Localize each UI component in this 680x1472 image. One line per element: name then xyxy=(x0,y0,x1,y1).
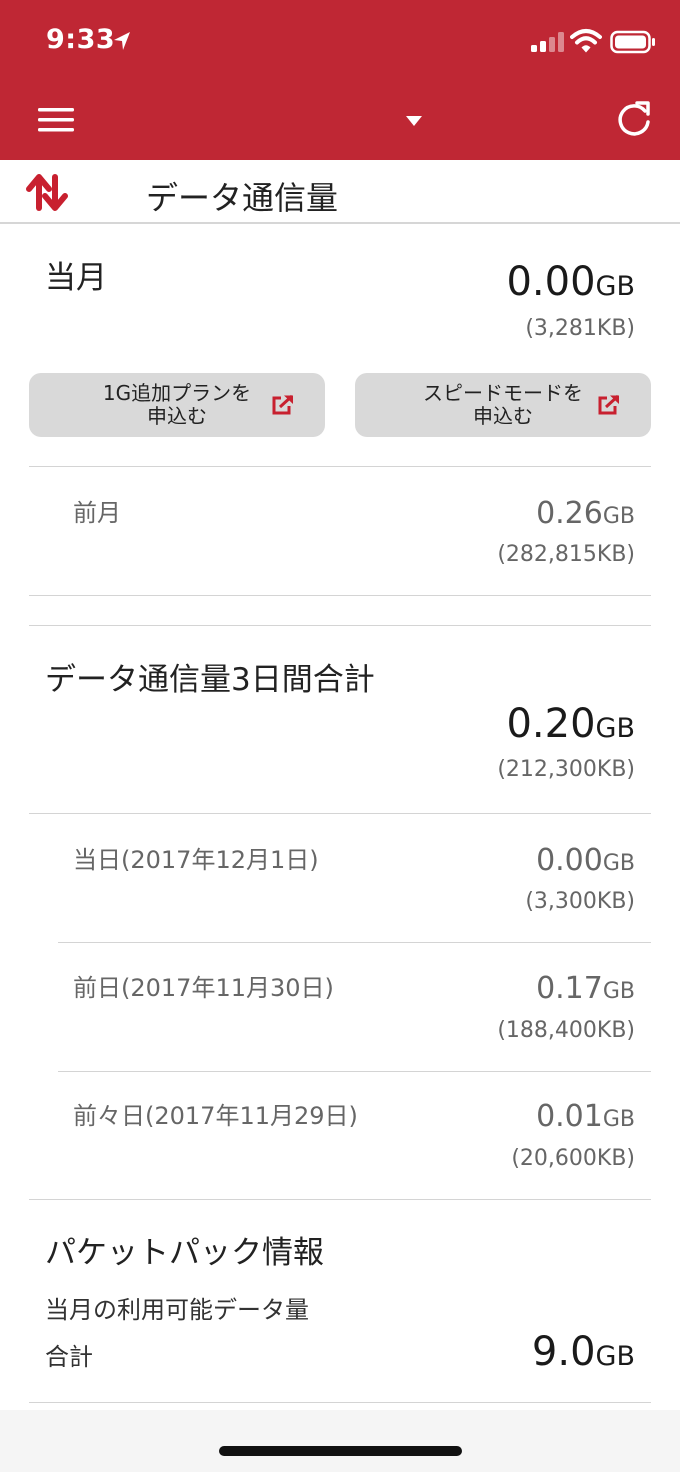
previous-month-kb: (282,815KB) xyxy=(497,542,635,567)
current-month-gb: 0.00 xyxy=(506,259,596,305)
total-label: 合計 xyxy=(45,1343,93,1371)
section-title-bar: データ通信量 xyxy=(0,160,680,224)
day-before-yesterday-value: 0.01GB xyxy=(536,1102,635,1135)
today-gb: 0.00 xyxy=(536,843,603,878)
external-link-icon xyxy=(598,394,620,415)
three-day-total-gb: 0.20 xyxy=(506,701,596,747)
divider xyxy=(29,625,651,626)
home-indicator[interactable] xyxy=(219,1446,462,1456)
divider xyxy=(29,1199,651,1200)
day-before-yesterday-kb: (20,600KB) xyxy=(511,1146,635,1171)
today-value: 0.00GB xyxy=(536,846,635,879)
packet-pack-title: パケットパック情報 xyxy=(45,1235,324,1271)
current-month-kb: (3,281KB) xyxy=(525,316,635,341)
divider xyxy=(29,595,651,596)
previous-month-gb: 0.26 xyxy=(536,496,603,531)
current-month-unit: GB xyxy=(595,271,635,302)
three-day-total-value: 0.20GB xyxy=(506,704,635,749)
three-day-total-unit: GB xyxy=(595,713,635,744)
total-value: 9.0GB xyxy=(532,1332,635,1377)
divider xyxy=(58,1071,651,1072)
divider xyxy=(58,942,651,943)
divider xyxy=(29,813,651,814)
dropdown-triangle-icon[interactable] xyxy=(405,115,423,127)
home-indicator-area xyxy=(0,1410,680,1472)
yesterday-value: 0.17GB xyxy=(536,974,635,1007)
speed-mode-button[interactable]: スピードモードを 申込む xyxy=(355,373,651,437)
current-month-label: 当月 xyxy=(45,260,107,296)
page-title: データ通信量 xyxy=(146,179,339,217)
total-unit: GB xyxy=(595,1341,635,1372)
three-day-total-label: データ通信量3日間合計 xyxy=(45,662,375,698)
day-before-yesterday-label: 前々日(2017年11月29日) xyxy=(73,1102,358,1130)
external-link-icon xyxy=(272,394,294,415)
today-label: 当日(2017年12月1日) xyxy=(73,846,319,874)
yesterday-kb: (188,400KB) xyxy=(497,1018,635,1043)
status-time: 9:33 xyxy=(46,24,116,55)
data-transfer-arrows-icon xyxy=(26,174,68,211)
location-arrow-icon xyxy=(114,32,130,50)
divider xyxy=(29,466,651,467)
available-data-label: 当月の利用可能データ量 xyxy=(45,1296,309,1324)
previous-month-unit: GB xyxy=(602,504,635,529)
add-1g-plan-label: 1G追加プランを 申込む xyxy=(102,381,252,428)
previous-month-label: 前月 xyxy=(73,499,121,527)
previous-month-value: 0.26GB xyxy=(536,499,635,532)
battery-icon xyxy=(610,30,655,54)
speed-mode-label: スピードモードを 申込む xyxy=(423,381,583,428)
status-bar: 9:33 xyxy=(0,0,680,88)
divider xyxy=(29,1402,651,1403)
current-month-value: 0.00GB xyxy=(506,262,635,307)
yesterday-unit: GB xyxy=(602,979,635,1004)
wifi-icon xyxy=(570,29,602,53)
three-day-total-kb: (212,300KB) xyxy=(497,757,635,782)
today-unit: GB xyxy=(602,851,635,876)
today-kb: (3,300KB) xyxy=(525,889,635,914)
yesterday-label: 前日(2017年11月30日) xyxy=(73,974,334,1002)
add-1g-plan-button[interactable]: 1G追加プランを 申込む xyxy=(29,373,325,437)
total-gb: 9.0 xyxy=(531,1329,596,1375)
yesterday-gb: 0.17 xyxy=(536,971,603,1006)
day-before-yesterday-gb: 0.01 xyxy=(536,1099,603,1134)
app-header: 9:33 xyxy=(0,0,680,160)
refresh-icon[interactable] xyxy=(614,100,654,140)
day-before-yesterday-unit: GB xyxy=(602,1107,635,1132)
cellular-signal-icon xyxy=(531,32,564,52)
hamburger-menu-icon[interactable] xyxy=(38,106,74,134)
